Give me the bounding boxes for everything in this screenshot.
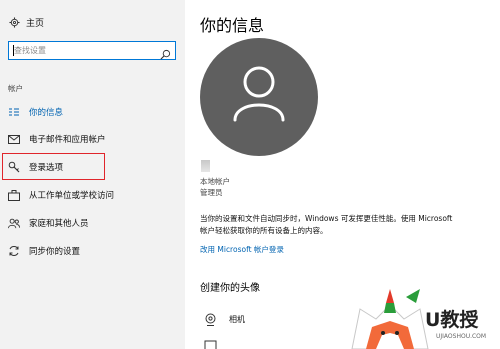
fox-mascot-icon xyxy=(351,289,429,349)
microsoft-account-link[interactable]: 改用 Microsoft 帐户登录 xyxy=(200,244,284,255)
sidebar-item-your-info[interactable]: 你的信息 xyxy=(8,104,63,120)
sidebar-item-sync[interactable]: 同步你的设置 xyxy=(8,243,80,259)
sidebar-item-family[interactable]: 家庭和其他人员 xyxy=(8,215,89,231)
section-label-accounts: 帐户 xyxy=(8,84,23,93)
browse-icon xyxy=(203,338,217,349)
search-icon[interactable] xyxy=(160,45,171,60)
page-title: 你的信息 xyxy=(200,16,265,35)
sidebar: 主页 查找设置 帐户 你的信息 电子邮件和应用帐户 登录选项 从工作单位或学校访… xyxy=(0,0,185,349)
sidebar-item-label: 同步你的设置 xyxy=(29,247,81,257)
sync-icon xyxy=(8,245,20,257)
sidebar-item-email-accounts[interactable]: 电子邮件和应用帐户 xyxy=(8,131,106,147)
search-placeholder: 查找设置 xyxy=(14,46,46,55)
mail-icon xyxy=(8,133,20,145)
camera-icon xyxy=(203,312,217,326)
watermark-site: UJIAOSHOU.COM xyxy=(436,333,487,340)
user-silhouette-icon xyxy=(233,66,285,122)
highlight-box xyxy=(2,153,105,180)
watermark-brand: U教授 xyxy=(425,309,479,331)
home-label: 主页 xyxy=(26,18,45,29)
sidebar-item-label: 家庭和其他人员 xyxy=(29,219,89,229)
camera-label: 相机 xyxy=(229,314,245,324)
account-role: 管理员 xyxy=(200,188,223,197)
people-icon xyxy=(8,217,20,229)
briefcase-icon xyxy=(8,189,20,201)
browse-option[interactable] xyxy=(203,336,229,349)
avatar xyxy=(200,38,318,156)
account-type: 本地帐户 xyxy=(200,177,230,186)
sidebar-item-work-school[interactable]: 从工作单位或学校访问 xyxy=(8,187,114,203)
person-card-icon xyxy=(8,106,20,118)
sync-description: 当你的设置和文件自动同步时，Windows 可发挥更佳性能。使用 Microso… xyxy=(200,214,453,235)
sidebar-item-label: 你的信息 xyxy=(29,108,64,118)
gear-icon xyxy=(8,16,20,28)
create-avatar-heading: 创建你的头像 xyxy=(200,283,260,294)
sidebar-item-label: 从工作单位或学校访问 xyxy=(29,191,115,201)
sidebar-item-label: 电子邮件和应用帐户 xyxy=(29,135,106,145)
watermark-logo: U教授 UJIAOSHOU.COM xyxy=(350,283,500,349)
home-nav-item[interactable]: 主页 xyxy=(8,14,44,30)
camera-option[interactable]: 相机 xyxy=(203,310,245,328)
search-input[interactable]: 查找设置 xyxy=(8,41,176,60)
blurred-username xyxy=(201,160,210,172)
